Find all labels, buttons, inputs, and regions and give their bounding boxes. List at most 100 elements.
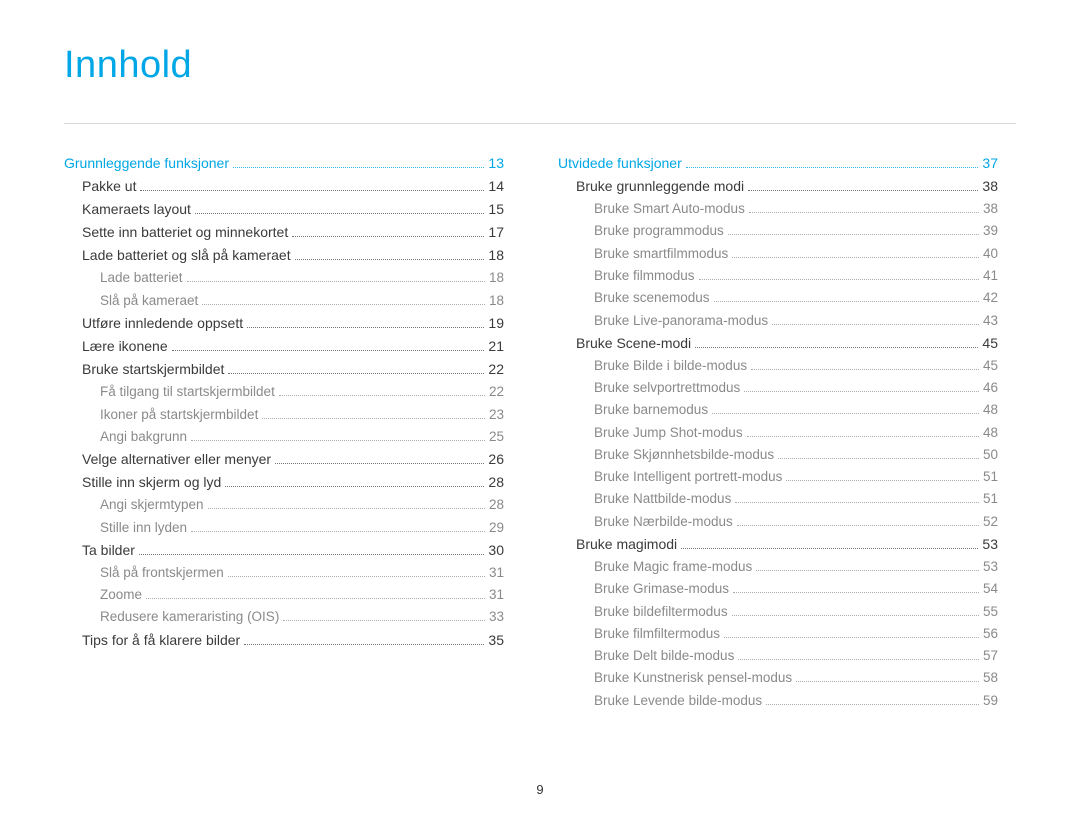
- toc-entry-page: 37: [982, 152, 998, 175]
- toc-entry[interactable]: Utføre innledende oppsett19: [64, 312, 504, 335]
- toc-entry-page: 59: [983, 690, 998, 712]
- toc-entry-label: Bruke Grimase-modus: [594, 578, 729, 600]
- toc-entry[interactable]: Sette inn batteriet og minnekortet17: [64, 221, 504, 244]
- toc-entry[interactable]: Bruke Intelligent portrett-modus51: [558, 466, 998, 488]
- toc-entry[interactable]: Bruke barnemodus48: [558, 399, 998, 421]
- toc-entry[interactable]: Kameraets layout15: [64, 198, 504, 221]
- toc-entry[interactable]: Bruke Skjønnhetsbilde-modus50: [558, 444, 998, 466]
- toc-entry[interactable]: Bruke bildefiltermodus55: [558, 601, 998, 623]
- toc-entry[interactable]: Bruke Levende bilde-modus 59: [558, 690, 998, 712]
- toc-entry[interactable]: Bruke Magic frame-modus53: [558, 556, 998, 578]
- toc-entry[interactable]: Bruke Nattbilde-modus51: [558, 488, 998, 510]
- toc-entry-label: Lære ikonene: [82, 335, 168, 358]
- toc-leader: [751, 369, 979, 370]
- toc-entry-page: 56: [983, 623, 998, 645]
- toc-entry[interactable]: Angi skjermtypen28: [64, 494, 504, 516]
- toc-leader: [140, 190, 484, 191]
- toc-entry-page: 13: [488, 152, 504, 175]
- toc-entry-label: Utføre innledende oppsett: [82, 312, 243, 335]
- toc-entry-page: 54: [983, 578, 998, 600]
- toc-leader: [681, 548, 978, 549]
- toc-entry-page: 23: [489, 404, 504, 426]
- toc-entry-page: 28: [489, 494, 504, 516]
- toc-entry-label: Bruke Live-panorama-modus: [594, 310, 768, 332]
- toc-entry-page: 48: [983, 399, 998, 421]
- toc-entry[interactable]: Ta bilder30: [64, 539, 504, 562]
- toc-entry[interactable]: Lade batteriet og slå på kameraet18: [64, 244, 504, 267]
- toc-entry[interactable]: Slå på kameraet18: [64, 290, 504, 312]
- toc-entry-label: Bruke scenemodus: [594, 287, 710, 309]
- toc-leader: [747, 436, 979, 437]
- toc-entry[interactable]: Bruke Smart Auto-modus38: [558, 198, 998, 220]
- toc-entry[interactable]: Bruke startskjermbildet22: [64, 358, 504, 381]
- toc-entry[interactable]: Bruke Live-panorama-modus43: [558, 310, 998, 332]
- toc-entry[interactable]: Få tilgang til startskjermbildet22: [64, 381, 504, 403]
- toc-entry[interactable]: Stille inn skjerm og lyd28: [64, 471, 504, 494]
- toc-leader: [699, 279, 979, 280]
- toc-entry[interactable]: Angi bakgrunn25: [64, 426, 504, 448]
- toc-entry[interactable]: Bruke Nærbilde-modus52: [558, 511, 998, 533]
- toc-entry-page: 38: [982, 175, 998, 198]
- toc-entry[interactable]: Bruke grunnleggende modi 38: [558, 175, 998, 198]
- toc-entry-label: Bruke bildefiltermodus: [594, 601, 728, 623]
- toc-entry-label: Bruke Skjønnhetsbilde-modus: [594, 444, 774, 466]
- toc-entry-label: Slå på kameraet: [100, 290, 198, 312]
- toc-entry[interactable]: Bruke Delt bilde-modus 57: [558, 645, 998, 667]
- toc-entry-page: 46: [983, 377, 998, 399]
- toc-entry[interactable]: Tips for å få klarere bilder35: [64, 629, 504, 652]
- toc-entry[interactable]: Bruke Grimase-modus 54: [558, 578, 998, 600]
- toc-entry-page: 52: [983, 511, 998, 533]
- toc-entry[interactable]: Pakke ut14: [64, 175, 504, 198]
- toc-entry-label: Bruke grunnleggende modi: [576, 175, 744, 198]
- toc-leader: [744, 391, 979, 392]
- toc-entry[interactable]: Stille inn lyden29: [64, 517, 504, 539]
- toc-entry[interactable]: Lade batteriet18: [64, 267, 504, 289]
- toc-leader: [292, 236, 484, 237]
- toc-entry[interactable]: Slå på frontskjermen31: [64, 562, 504, 584]
- toc-entry-page: 21: [488, 335, 504, 358]
- toc-entry-page: 22: [489, 381, 504, 403]
- toc-entry-label: Ikoner på startskjermbildet: [100, 404, 258, 426]
- toc-entry-page: 57: [983, 645, 998, 667]
- toc-entry[interactable]: Bruke Scene-modi45: [558, 332, 998, 355]
- toc-entry[interactable]: Redusere kameraristing (OIS)33: [64, 606, 504, 628]
- toc-entry[interactable]: Bruke filmmodus41: [558, 265, 998, 287]
- toc-entry[interactable]: Bruke magimodi53: [558, 533, 998, 556]
- toc-entry[interactable]: Ikoner på startskjermbildet 23: [64, 404, 504, 426]
- toc-entry-label: Bruke Delt bilde-modus: [594, 645, 734, 667]
- toc-entry[interactable]: Bruke Jump Shot-modus48: [558, 422, 998, 444]
- page-number: 9: [0, 782, 1080, 797]
- toc-leader: [191, 531, 485, 532]
- toc-entry[interactable]: Grunnleggende funksjoner13: [64, 152, 504, 175]
- toc-entry[interactable]: Bruke programmodus39: [558, 220, 998, 242]
- toc-entry-page: 48: [983, 422, 998, 444]
- toc-leader: [228, 373, 484, 374]
- toc-entry-label: Bruke Levende bilde-modus: [594, 690, 762, 712]
- toc-leader: [728, 234, 979, 235]
- toc-entry-page: 53: [983, 556, 998, 578]
- toc-entry[interactable]: Velge alternativer eller menyer26: [64, 448, 504, 471]
- toc-entry[interactable]: Zoome31: [64, 584, 504, 606]
- toc-entry-page: 33: [489, 606, 504, 628]
- toc-leader: [778, 458, 979, 459]
- toc-entry-page: 39: [983, 220, 998, 242]
- toc-entry[interactable]: Bruke smartfilmmodus40: [558, 243, 998, 265]
- toc-leader: [756, 570, 979, 571]
- toc-entry-page: 41: [983, 265, 998, 287]
- toc-entry-page: 58: [983, 667, 998, 689]
- toc-leader: [283, 620, 485, 621]
- toc-entry[interactable]: Lære ikonene 21: [64, 335, 504, 358]
- toc-entry[interactable]: Bruke scenemodus 42: [558, 287, 998, 309]
- toc-entry-page: 42: [983, 287, 998, 309]
- toc-entry[interactable]: Bruke selvportrettmodus46: [558, 377, 998, 399]
- toc-entry[interactable]: Bruke filmfiltermodus56: [558, 623, 998, 645]
- toc-entry-page: 31: [489, 562, 504, 584]
- toc-entry[interactable]: Utvidede funksjoner37: [558, 152, 998, 175]
- toc-entry[interactable]: Bruke Kunstnerisk pensel-modus58: [558, 667, 998, 689]
- toc-leader: [195, 213, 484, 214]
- toc-leader: [772, 324, 979, 325]
- toc-entry[interactable]: Bruke Bilde i bilde-modus45: [558, 355, 998, 377]
- toc-leader: [247, 327, 484, 328]
- toc-column-right: Utvidede funksjoner37Bruke grunnleggende…: [558, 152, 998, 712]
- toc-entry-page: 35: [488, 629, 504, 652]
